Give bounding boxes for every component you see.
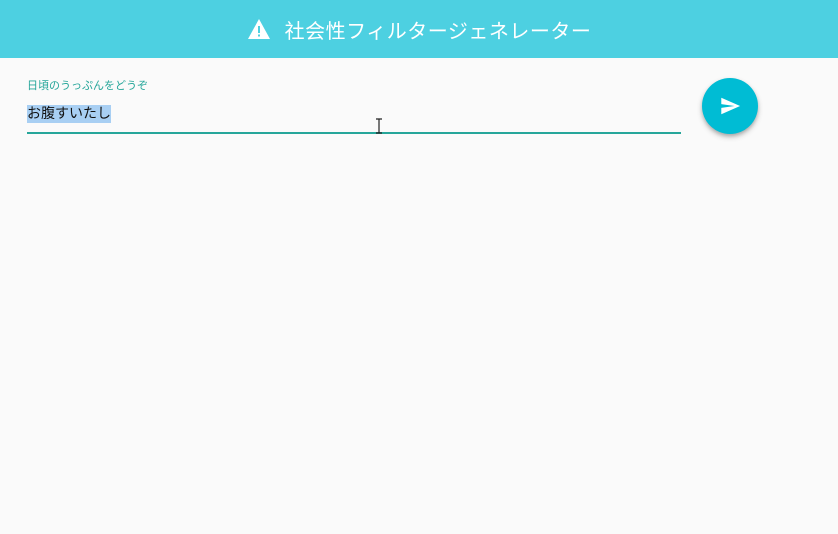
grievance-text-field[interactable]: 日頃のうっぷんをどうぞ お腹すいたし [27, 78, 681, 134]
app-title: 社会性フィルタージェネレーター [284, 18, 592, 43]
input-selected-value: お腹すいたし [27, 105, 111, 123]
text-cursor-icon [374, 118, 384, 134]
grievance-input[interactable]: お腹すいたし [27, 103, 681, 125]
send-button[interactable] [702, 78, 758, 134]
app-window: 社会性フィルタージェネレーター 日頃のうっぷんをどうぞ お腹すいたし [0, 0, 838, 534]
send-icon [721, 97, 741, 115]
app-bar: 社会性フィルタージェネレーター [0, 0, 838, 58]
field-underline [27, 132, 681, 134]
warning-icon [247, 18, 271, 40]
field-label: 日頃のうっぷんをどうぞ [27, 79, 148, 92]
